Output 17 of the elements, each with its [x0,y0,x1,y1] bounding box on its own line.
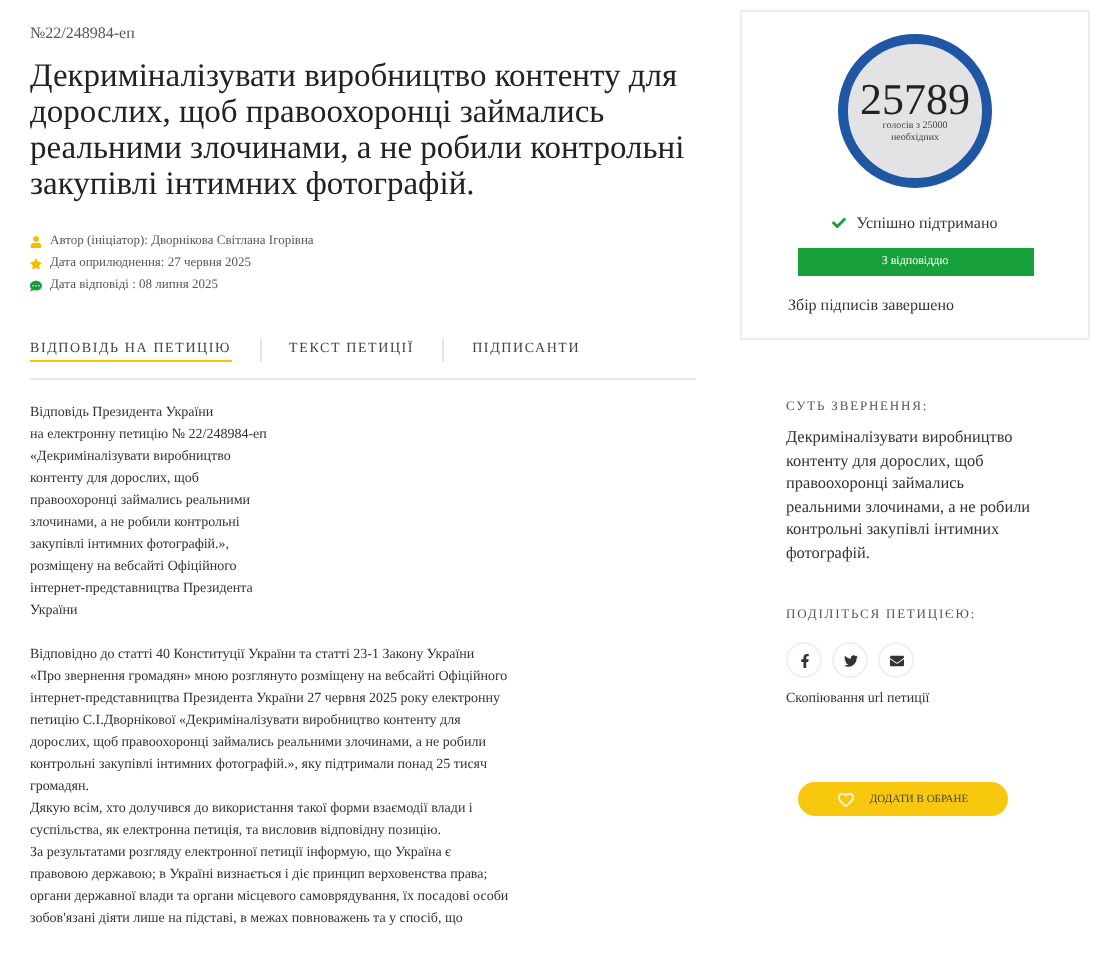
signature-count: 25789 [860,77,970,121]
status-text: Успішно підтримано [856,214,998,232]
heart-icon [837,791,854,807]
petition-number: №22/248984-еп [30,22,137,42]
person-icon [30,235,42,247]
share-button[interactable] [878,642,914,678]
check-icon [832,216,847,230]
share-button[interactable] [786,642,822,678]
collection-note: Збір підписів завершено [788,296,954,314]
share-button[interactable] [832,642,868,678]
facebook-icon [797,653,811,667]
summary-text: Декриміналізувати виробництво контенту для дорослих, щоб правоохоронці займались реальними злочинами, а не робили контрольні закупівлі інтимних фотографій. [786,426,1033,564]
email-icon [889,653,903,667]
star-icon [30,257,42,269]
twitter-icon [843,653,857,667]
petition-title: Декриміналізувати виробництво контенту для дорослих, щоб правоохоронці займались реальними злочинами, а не робили контрольні закупівлі інтимних фотографій. [30,58,687,202]
speech-bubble-icon [30,279,42,291]
